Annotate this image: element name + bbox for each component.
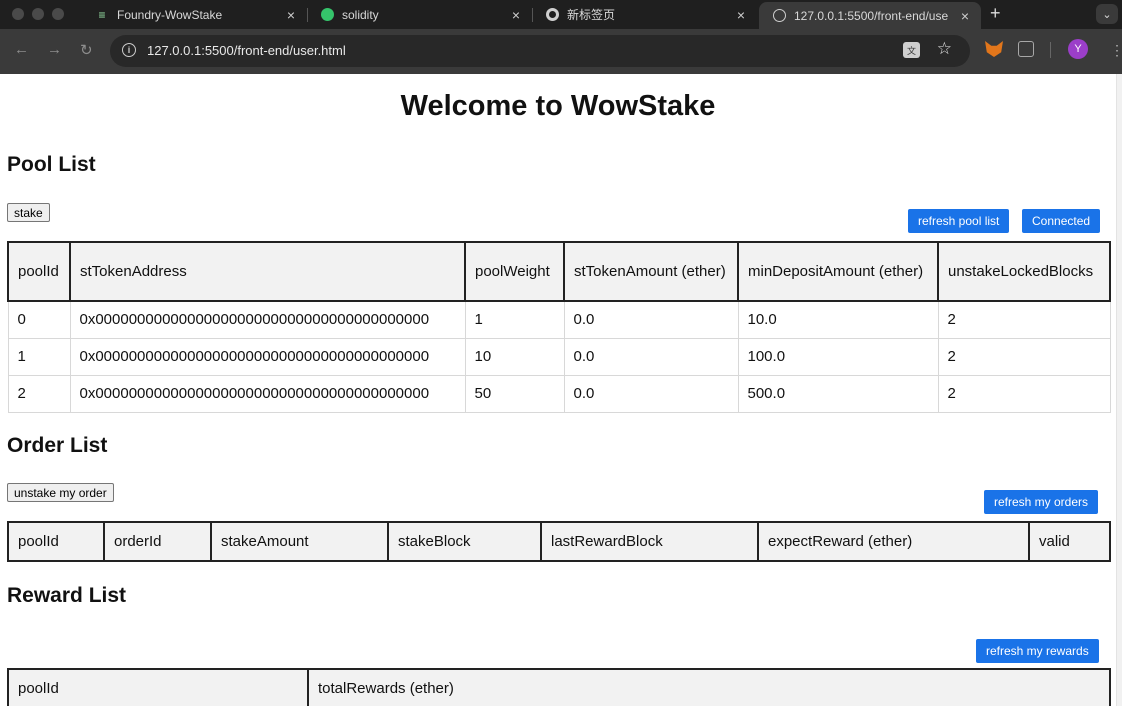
cell-sttokenaddress: 0x00000000000000000000000000000000000000… bbox=[69, 374, 466, 413]
refresh-my-orders-button[interactable]: refresh my orders bbox=[984, 490, 1099, 514]
cell-unstakelockedblocks: 2 bbox=[937, 337, 1111, 376]
site-info-icon[interactable]: i bbox=[122, 43, 136, 57]
col-header-totalrewards: totalRewards (ether) bbox=[307, 668, 1111, 706]
cell-unstakelockedblocks: 2 bbox=[937, 300, 1111, 339]
pool-table-row: 0 0x000000000000000000000000000000000000… bbox=[7, 300, 1111, 339]
profile-avatar[interactable]: Y bbox=[1068, 39, 1088, 59]
col-header-stakeblock: stakeBlock bbox=[387, 521, 542, 562]
col-header-sttokenamount: stTokenAmount (ether) bbox=[563, 241, 739, 302]
col-header-lastrewardblock: lastRewardBlock bbox=[540, 521, 759, 562]
col-header-poolid: poolId bbox=[7, 668, 309, 706]
pool-table-row: 2 0x000000000000000000000000000000000000… bbox=[7, 374, 1111, 413]
close-tab-icon[interactable]: × bbox=[961, 8, 969, 24]
order-table: poolId orderId stakeAmount stakeBlock la… bbox=[7, 521, 1111, 562]
stake-button[interactable]: stake bbox=[7, 203, 50, 222]
more-menu-icon[interactable]: ⋮ bbox=[1110, 42, 1122, 59]
cell-poolweight: 1 bbox=[464, 300, 565, 339]
order-list-heading: Order List bbox=[7, 434, 108, 457]
close-tab-icon[interactable]: × bbox=[287, 7, 295, 23]
address-bar[interactable]: i 127.0.0.1:5500/front-end/user.html 文 ☆ bbox=[110, 35, 970, 67]
close-tab-icon[interactable]: × bbox=[512, 7, 520, 23]
cell-poolid: 0 bbox=[7, 300, 71, 339]
tab-new-tab[interactable]: 新标签页 × bbox=[532, 0, 757, 29]
browser-tab-bar: ≡ Foundry-WowStake × solidity × 新标签页 × 1… bbox=[0, 0, 1122, 29]
chrome-icon bbox=[544, 7, 560, 23]
cell-mindepositamount: 100.0 bbox=[737, 337, 939, 376]
minimize-window-icon[interactable] bbox=[32, 8, 44, 20]
reload-icon[interactable]: ↻ bbox=[80, 41, 93, 59]
address-url[interactable]: 127.0.0.1:5500/front-end/user.html bbox=[147, 43, 346, 58]
globe-icon bbox=[771, 8, 787, 24]
cell-poolid: 1 bbox=[7, 337, 71, 376]
cell-poolid: 2 bbox=[7, 374, 71, 413]
col-header-sttokenaddress: stTokenAddress bbox=[69, 241, 466, 302]
reward-list-heading: Reward List bbox=[7, 584, 127, 607]
page-scrollbar[interactable] bbox=[1116, 74, 1122, 706]
unstake-order-button[interactable]: unstake my order bbox=[7, 483, 114, 502]
col-header-poolid: poolId bbox=[7, 241, 71, 302]
refresh-my-rewards-button[interactable]: refresh my rewards bbox=[976, 639, 1099, 663]
col-header-mindepositamount: minDepositAmount (ether) bbox=[737, 241, 939, 302]
maximize-window-icon[interactable] bbox=[52, 8, 64, 20]
new-tab-button[interactable]: + bbox=[990, 3, 1001, 24]
close-tab-icon[interactable]: × bbox=[737, 7, 745, 23]
order-table-header-row: poolId orderId stakeAmount stakeBlock la… bbox=[7, 521, 1111, 562]
tab-user-html[interactable]: 127.0.0.1:5500/front-end/use × bbox=[759, 2, 981, 29]
foundry-icon: ≡ bbox=[98, 7, 106, 22]
pool-table: poolId stTokenAddress poolWeight stToken… bbox=[7, 241, 1111, 413]
toolbar-divider bbox=[1050, 42, 1051, 58]
col-header-stakeamount: stakeAmount bbox=[210, 521, 389, 562]
col-header-poolweight: poolWeight bbox=[464, 241, 565, 302]
cell-poolweight: 50 bbox=[464, 374, 565, 413]
cell-sttokenaddress: 0x00000000000000000000000000000000000000… bbox=[69, 337, 466, 376]
pool-table-row: 1 0x000000000000000000000000000000000000… bbox=[7, 337, 1111, 376]
col-header-unstakelockedblocks: unstakeLockedBlocks bbox=[937, 241, 1111, 302]
refresh-pool-list-button[interactable]: refresh pool list bbox=[908, 209, 1010, 233]
cell-sttokenamount: 0.0 bbox=[563, 337, 739, 376]
translate-icon[interactable]: 文 bbox=[903, 42, 920, 58]
col-header-expectreward: expectReward (ether) bbox=[757, 521, 1030, 562]
cell-sttokenamount: 0.0 bbox=[563, 374, 739, 413]
pool-table-header-row: poolId stTokenAddress poolWeight stToken… bbox=[7, 241, 1111, 302]
back-icon[interactable]: ← bbox=[14, 41, 29, 58]
cell-mindepositamount: 500.0 bbox=[737, 374, 939, 413]
cell-poolweight: 10 bbox=[464, 337, 565, 376]
solidity-icon bbox=[319, 7, 335, 23]
close-window-icon[interactable] bbox=[12, 8, 24, 20]
browser-toolbar: ← → ↻ i 127.0.0.1:5500/front-end/user.ht… bbox=[0, 29, 1122, 74]
reward-table: poolId totalRewards (ether) bbox=[7, 668, 1111, 706]
cell-sttokenaddress: 0x00000000000000000000000000000000000000… bbox=[69, 300, 466, 339]
pool-list-heading: Pool List bbox=[7, 153, 96, 176]
col-header-poolid: poolId bbox=[7, 521, 105, 562]
connect-wallet-button[interactable]: Connected bbox=[1022, 209, 1101, 233]
metamask-fox-icon[interactable] bbox=[985, 41, 1003, 57]
cell-mindepositamount: 10.0 bbox=[737, 300, 939, 339]
tab-search-button[interactable]: ⌄ bbox=[1096, 4, 1118, 24]
forward-icon[interactable]: → bbox=[47, 41, 62, 58]
tab-solidity[interactable]: solidity × bbox=[307, 0, 532, 29]
reward-table-header-row: poolId totalRewards (ether) bbox=[7, 668, 1111, 706]
page-title: Welcome to WowStake bbox=[400, 90, 716, 122]
extensions-puzzle-icon[interactable] bbox=[1018, 41, 1034, 57]
cell-unstakelockedblocks: 2 bbox=[937, 374, 1111, 413]
tab-foundry[interactable]: ≡ Foundry-WowStake × bbox=[82, 0, 307, 29]
col-header-orderid: orderId bbox=[103, 521, 212, 562]
cell-sttokenamount: 0.0 bbox=[563, 300, 739, 339]
col-header-valid: valid bbox=[1028, 521, 1111, 562]
bookmark-star-icon[interactable]: ☆ bbox=[937, 39, 952, 59]
